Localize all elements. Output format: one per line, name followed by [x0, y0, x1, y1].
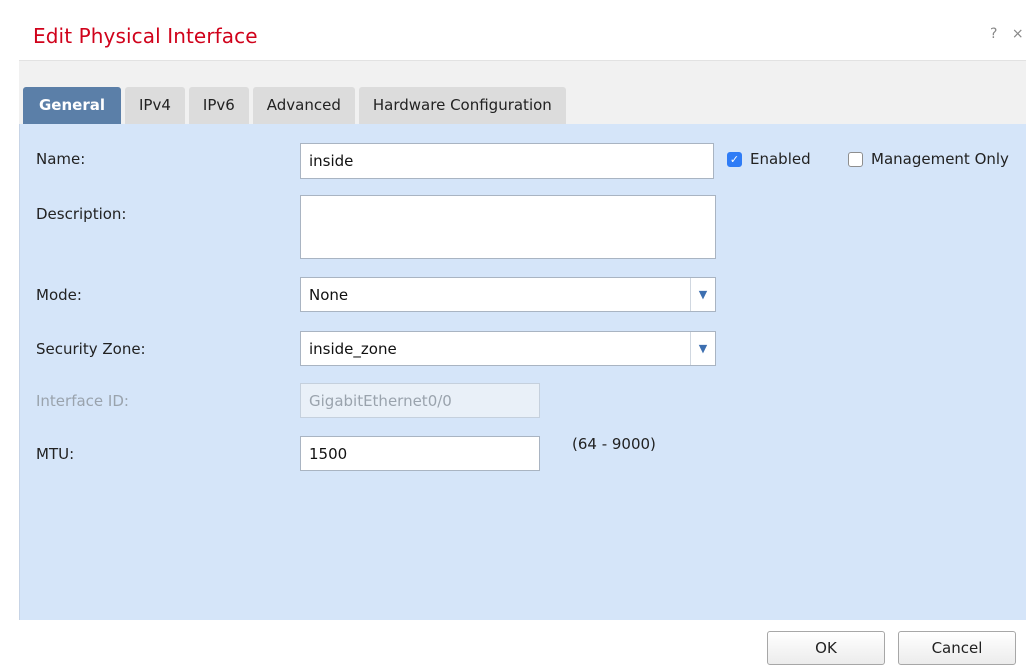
tab-advanced[interactable]: Advanced	[252, 87, 355, 124]
mode-select[interactable]: None ▼	[300, 277, 716, 312]
edit-physical-interface-dialog: Edit Physical Interface ? × General IPv4…	[0, 0, 1026, 671]
enabled-checkbox[interactable]: ✓	[727, 151, 742, 167]
name-input[interactable]: inside	[300, 143, 714, 179]
management-only-label: Management Only	[871, 150, 1009, 168]
chevron-down-icon[interactable]: ▼	[690, 278, 715, 311]
close-icon[interactable]: ×	[1012, 26, 1024, 42]
interface-id-label: Interface ID:	[36, 392, 129, 410]
ok-button[interactable]: OK	[767, 631, 885, 665]
title-controls: ? ×	[990, 26, 1026, 42]
description-textarea[interactable]	[300, 195, 716, 259]
help-icon[interactable]: ?	[990, 26, 997, 42]
management-only-checkbox[interactable]	[848, 151, 863, 167]
mtu-range-hint: (64 - 9000)	[572, 435, 656, 453]
enabled-label: Enabled	[750, 150, 811, 168]
interface-id-field: GigabitEthernet0/0	[300, 383, 540, 418]
mtu-input[interactable]: 1500	[300, 436, 540, 471]
tab-hardware-configuration[interactable]: Hardware Configuration	[358, 87, 566, 124]
tab-ipv4[interactable]: IPv4	[125, 87, 185, 124]
tab-general[interactable]: General	[23, 87, 121, 124]
description-label: Description:	[36, 205, 127, 223]
dialog-title: Edit Physical Interface	[33, 24, 258, 48]
tab-bar: General IPv4 IPv6 Advanced Hardware Conf…	[23, 87, 570, 124]
management-only-checkbox-group[interactable]: Management Only	[848, 150, 1009, 168]
cancel-button[interactable]: Cancel	[898, 631, 1016, 665]
security-zone-label: Security Zone:	[36, 340, 146, 358]
name-label: Name:	[36, 150, 86, 168]
mtu-label: MTU:	[36, 445, 75, 463]
security-zone-select-value: inside_zone	[309, 340, 397, 358]
security-zone-select[interactable]: inside_zone ▼	[300, 331, 716, 366]
mode-label: Mode:	[36, 286, 82, 304]
chevron-down-icon[interactable]: ▼	[690, 332, 715, 365]
tab-ipv6[interactable]: IPv6	[188, 87, 249, 124]
enabled-checkbox-group[interactable]: ✓ Enabled	[727, 150, 811, 168]
mode-select-value: None	[309, 286, 349, 304]
